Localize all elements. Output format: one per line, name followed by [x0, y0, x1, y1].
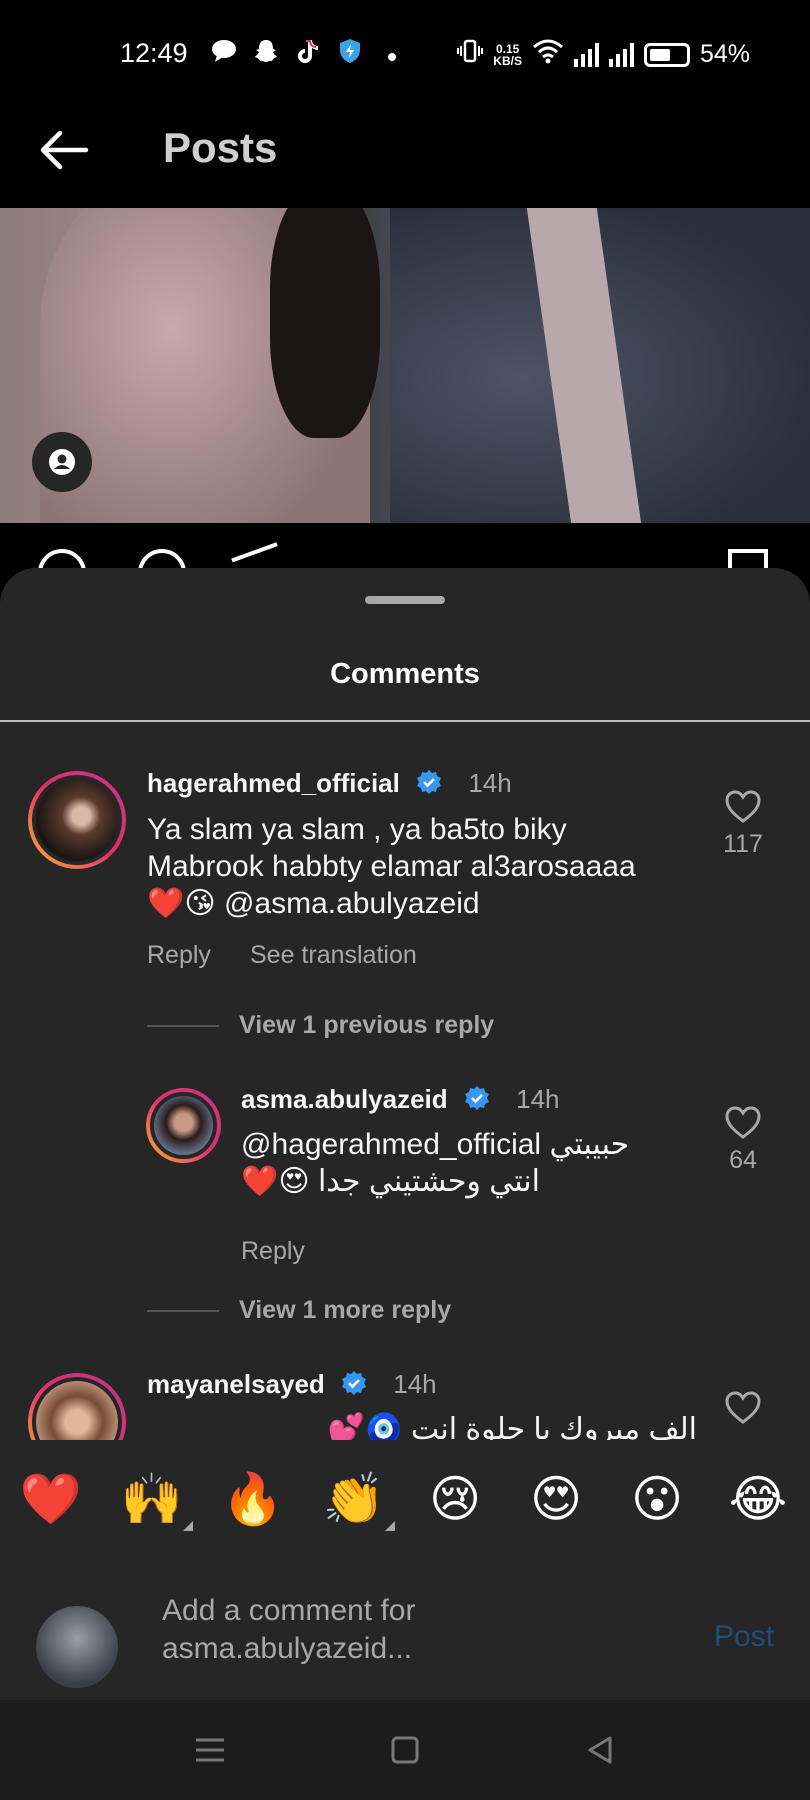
emoji-clap[interactable]: 👏	[319, 1470, 395, 1531]
emoji-raised-hands[interactable]: 🙌	[117, 1470, 193, 1531]
status-bar: 12:49 0.15 KB/S 54%	[0, 0, 810, 100]
signal-icon	[573, 42, 599, 67]
view-replies-button[interactable]: View 1 more reply	[147, 1296, 451, 1325]
photo-region-hair	[270, 208, 380, 438]
quick-emoji-bar: ❤️ 🙌 🔥 👏 😢 😍 😮 😂	[0, 1440, 810, 1570]
user-icon	[49, 449, 75, 475]
back-nav-icon[interactable]	[580, 1730, 620, 1770]
reply-button[interactable]: Reply	[241, 1237, 305, 1266]
emoji-crying[interactable]: 😢	[420, 1470, 490, 1528]
network-speed: 0.15 KB/S	[493, 43, 522, 67]
post-photo[interactable]	[0, 208, 810, 523]
view-replies-label[interactable]: View 1 previous reply	[239, 1011, 494, 1040]
avatar	[36, 1606, 118, 1688]
emoji-laughing[interactable]: 😂	[723, 1470, 793, 1528]
vibrate-icon	[457, 39, 484, 70]
reply-button[interactable]: Reply	[147, 941, 211, 970]
comment-text-line: Mabrook habbty elamar al3arosaaaa	[147, 850, 636, 883]
comment-text: Ya slam ya slam , ya ba5to biky Mabrook …	[147, 811, 707, 922]
system-nav-bar	[0, 1700, 810, 1800]
username-text[interactable]: mayanelsayed	[147, 1369, 325, 1399]
page-title: Posts	[163, 124, 278, 171]
dot-icon	[378, 41, 406, 69]
sheet-title: Comments	[330, 658, 480, 690]
post-button[interactable]: Post	[714, 1620, 774, 1654]
like-count: 117	[723, 830, 763, 858]
shield-icon	[336, 38, 364, 71]
comment-time: 14h	[468, 768, 512, 798]
avatar[interactable]	[28, 771, 126, 869]
tagged-users-button[interactable]	[32, 432, 92, 492]
verified-badge-icon	[464, 1086, 489, 1110]
emoji-surprised[interactable]: 😮	[622, 1470, 692, 1528]
view-replies-button[interactable]: View 1 previous reply	[147, 1011, 494, 1040]
snapchat-icon	[252, 38, 280, 71]
avatar[interactable]	[146, 1088, 221, 1163]
emoji-heart[interactable]: ❤️	[16, 1470, 86, 1529]
verified-badge-icon	[417, 770, 442, 794]
heart-icon	[725, 790, 761, 823]
app-header: Posts	[0, 100, 810, 208]
comment-input-placeholder: Add a comment for	[162, 1594, 416, 1627]
status-time: 12:49	[120, 38, 188, 68]
view-replies-label[interactable]: View 1 more reply	[239, 1296, 451, 1325]
menu-icon[interactable]	[190, 1730, 230, 1770]
emoji-heart-eyes[interactable]: 😍	[521, 1470, 591, 1528]
comment-username[interactable]: asma.abulyazeid 14h	[241, 1084, 560, 1115]
heart-icon	[725, 1391, 761, 1424]
network-speed-unit: KB/S	[493, 53, 522, 68]
network-speed-value: 0.15	[495, 41, 520, 56]
comment-text-line: انتي وحشتيني جدا 😍❤️	[241, 1165, 540, 1198]
wifi-icon	[532, 38, 564, 71]
arrow-left-icon	[40, 130, 89, 170]
battery-percent: 54%	[699, 40, 750, 68]
comment-time: 14h	[393, 1369, 437, 1399]
system-status-icons: 0.15 KB/S 54%	[457, 38, 750, 71]
sheet-drag-handle[interactable]	[365, 596, 445, 604]
comment-username[interactable]: hagerahmed_official 14h	[147, 768, 512, 799]
divider	[147, 1024, 219, 1027]
comment-username[interactable]: mayanelsayed 14h	[147, 1369, 437, 1400]
battery-icon	[643, 42, 690, 67]
comment-text: @hagerahmed_official حبيبتي انتي وحشتيني…	[241, 1126, 671, 1200]
comment-text-line: Ya slam ya slam , ya ba5to biky	[147, 813, 567, 846]
back-button[interactable]	[34, 120, 94, 180]
divider	[0, 720, 810, 722]
comment-input[interactable]: Add a comment for asma.abulyazeid...	[162, 1592, 642, 1668]
verified-badge-icon	[342, 1371, 367, 1395]
comment-time: 14h	[516, 1084, 560, 1114]
comment-composer: Add a comment for asma.abulyazeid... Pos…	[0, 1570, 810, 1700]
divider	[147, 1309, 219, 1312]
notification-icons	[210, 38, 406, 71]
like-button[interactable]: 117	[713, 790, 773, 859]
post-actions-peek	[0, 523, 810, 604]
like-button[interactable]: 64	[713, 1106, 773, 1175]
comment-input-placeholder: asma.abulyazeid...	[162, 1632, 413, 1665]
emoji-fire[interactable]: 🔥	[218, 1470, 288, 1529]
tiktok-icon	[294, 38, 322, 71]
comment-text-line: ❤️😘 @asma.abulyazeid	[147, 887, 480, 920]
signal-icon	[608, 42, 634, 67]
see-translation-button[interactable]: See translation	[250, 941, 417, 970]
like-button[interactable]	[713, 1391, 773, 1425]
username-text[interactable]: hagerahmed_official	[147, 768, 400, 798]
like-count: 64	[729, 1146, 757, 1174]
heart-icon	[725, 1106, 761, 1139]
message-icon	[210, 39, 238, 70]
comment-text-line: @hagerahmed_official حبيبتي	[241, 1128, 630, 1161]
username-text[interactable]: asma.abulyazeid	[241, 1084, 448, 1114]
home-icon[interactable]	[385, 1730, 425, 1770]
